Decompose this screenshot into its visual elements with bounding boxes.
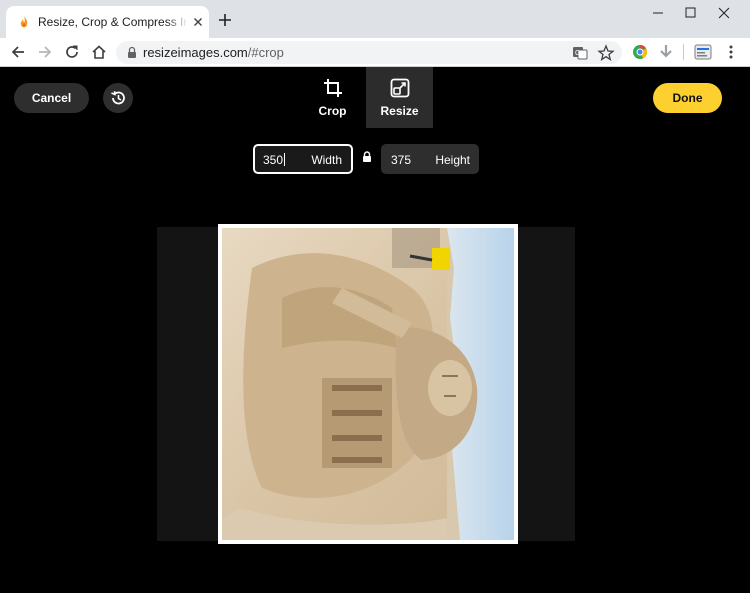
- tab-title-fade: [166, 10, 188, 32]
- cancel-button[interactable]: Cancel: [14, 83, 89, 113]
- done-button[interactable]: Done: [653, 83, 722, 113]
- address-bar[interactable]: resizeimages.com/#crop G: [116, 41, 622, 64]
- close-window-icon[interactable]: [702, 2, 746, 24]
- crop-icon: [324, 79, 342, 97]
- close-tab-icon[interactable]: [190, 14, 206, 30]
- width-input[interactable]: 350 Width: [253, 144, 353, 174]
- reload-icon[interactable]: [63, 43, 81, 61]
- forward-arrow-icon[interactable]: [36, 43, 54, 61]
- height-value: 375: [391, 153, 412, 167]
- lock-icon: [128, 46, 136, 58]
- browser-titlebar: Resize, Crop & Compress Images: [0, 0, 750, 38]
- text-caret: [284, 153, 286, 166]
- resize-icon: [390, 78, 410, 98]
- tab-crop[interactable]: Crop: [299, 67, 366, 128]
- url-host: resizeimages.com: [143, 45, 248, 60]
- width-value: 350: [263, 153, 284, 167]
- history-icon: [111, 91, 125, 105]
- browser-tab[interactable]: Resize, Crop & Compress Images: [6, 6, 209, 38]
- flame-favicon-icon: [20, 16, 28, 28]
- history-button[interactable]: [103, 83, 133, 113]
- toolbar-divider: [683, 44, 684, 60]
- tab-title: Resize, Crop & Compress Images: [38, 15, 186, 29]
- extension-chrome-icon[interactable]: [631, 43, 649, 61]
- download-icon[interactable]: [657, 43, 675, 61]
- bookmark-star-icon[interactable]: [597, 44, 615, 62]
- kebab-menu-icon[interactable]: [722, 43, 740, 61]
- profile-avatar-icon[interactable]: [694, 43, 712, 61]
- height-label: Height: [435, 153, 470, 167]
- new-tab-icon[interactable]: [216, 11, 234, 29]
- aspect-lock-icon[interactable]: [362, 151, 372, 163]
- tab-crop-label: Crop: [318, 104, 347, 118]
- url-path: /#crop: [247, 45, 284, 60]
- editor-app: Cancel Crop Resize Done 350 Width 375 He…: [0, 67, 750, 593]
- image-preview[interactable]: [218, 224, 518, 544]
- sand-sculpture-photo: [222, 228, 514, 540]
- width-label: Width: [311, 153, 342, 167]
- svg-text:G: G: [575, 50, 580, 57]
- home-icon[interactable]: [90, 43, 108, 61]
- browser-toolbar: resizeimages.com/#crop G: [0, 38, 750, 67]
- translate-icon[interactable]: G: [571, 44, 589, 62]
- width-value-wrap: 350: [263, 153, 286, 167]
- url-text: resizeimages.com/#crop: [143, 45, 284, 60]
- tab-resize-label: Resize: [380, 104, 419, 118]
- height-input[interactable]: 375 Height: [381, 144, 479, 174]
- tab-resize[interactable]: Resize: [366, 67, 433, 128]
- back-arrow-icon[interactable]: [9, 43, 27, 61]
